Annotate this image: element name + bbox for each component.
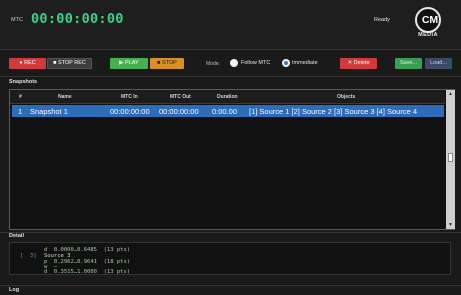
detail-title: Detail (9, 233, 24, 239)
logo-subtext: MEDIA (418, 32, 438, 38)
transport-header: MTC 00:00:00:00 Ready CM MEDIA (0, 0, 461, 50)
row-mtc-out: 00:00:00:00 (159, 107, 199, 116)
row-objects: [1] Source 1 [2] Source 2 [3] Source 3 [… (249, 107, 418, 116)
column-header-mtc-out[interactable]: MTC Out (170, 94, 191, 100)
table-header: # Name MTC In MTC Out Duration Objects (10, 90, 445, 104)
detail-panel: d 0.0000…0.6485 (13 pts) [ 3] Source 3 p… (9, 242, 451, 275)
column-header-mtc-in[interactable]: MTC In (121, 94, 138, 100)
cm-media-logo: CM MEDIA (413, 7, 443, 40)
row-index: 1 (18, 107, 23, 116)
stop-rec-button[interactable]: ■ STOP REC (47, 58, 92, 69)
snapshots-title: Snapshots (9, 79, 38, 85)
rec-button[interactable]: ● REC (9, 58, 46, 69)
timecode-display: 00:00:00:00 (31, 11, 124, 27)
stop-button[interactable]: ■ STOP (150, 58, 184, 69)
column-header-objects[interactable]: Objects (337, 94, 355, 100)
snapshots-table: # Name MTC In MTC Out Duration Objects 1… (9, 89, 455, 230)
mode-label: Mode: (206, 61, 220, 67)
scroll-thumb[interactable] (448, 153, 453, 162)
detail-line-index: [ 3] (20, 253, 37, 259)
section-divider (0, 76, 461, 77)
immediate-radio[interactable] (282, 59, 290, 67)
logo-circle: CM (415, 7, 441, 33)
row-mtc-in: 00:00:00:00 (110, 107, 150, 116)
log-title: Log (9, 287, 20, 293)
section-divider (0, 232, 461, 233)
status-text: Ready (374, 17, 390, 23)
column-header-name[interactable]: Name (58, 94, 72, 100)
mtc-label: MTC (11, 17, 23, 23)
play-button[interactable]: ▶ PLAY (110, 58, 148, 69)
logo-mark: CM (421, 14, 439, 26)
row-duration: 0:00.00 (212, 107, 238, 116)
section-divider (0, 285, 461, 286)
vertical-scrollbar[interactable]: ▲ ▼ (446, 90, 455, 229)
column-header-duration[interactable]: Duration (217, 94, 238, 100)
save-button[interactable]: Save... (395, 58, 422, 69)
immediate-label[interactable]: Immediate (292, 60, 318, 66)
toolbar: ● REC ■ STOP REC ▶ PLAY ■ STOP Mode: Fol… (0, 55, 461, 73)
delete-button[interactable]: ✕ Delete (340, 58, 377, 69)
load-button[interactable]: Load... (425, 58, 452, 69)
detail-line: d 0.3515…1.0000 (13 pts) (44, 269, 131, 275)
follow-mtc-label[interactable]: Follow MTC (241, 60, 270, 66)
scroll-down-icon[interactable]: ▼ (446, 221, 455, 229)
row-name: Snapshot 1 (30, 107, 68, 116)
scroll-up-icon[interactable]: ▲ (446, 90, 455, 98)
table-row[interactable]: 1 Snapshot 1 00:00:00:00 00:00:00:00 0:0… (12, 105, 444, 117)
column-header-index[interactable]: # (19, 94, 22, 100)
follow-mtc-radio[interactable] (230, 59, 238, 67)
